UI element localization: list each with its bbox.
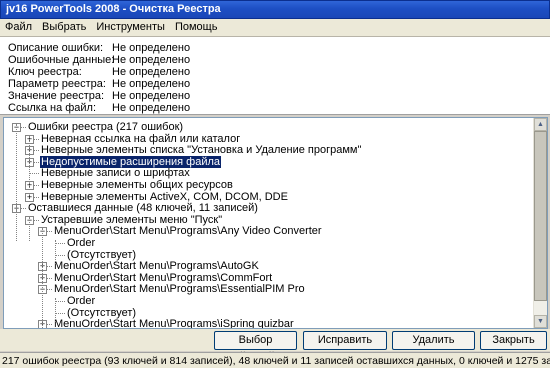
tree-guide-line bbox=[16, 205, 17, 241]
tree-guide-line bbox=[16, 124, 17, 212]
detail-value: Не определено bbox=[112, 78, 191, 90]
scroll-up-icon[interactable]: ▲ bbox=[534, 118, 547, 131]
tree-node-label: (Отсутствует) bbox=[67, 248, 137, 261]
tree-viewport: − Ошибки реестра (217 ошибок) + Неверная сс… bbox=[4, 118, 534, 328]
menu-file[interactable]: Файл bbox=[0, 19, 37, 33]
tree-connector bbox=[29, 173, 39, 175]
close-button[interactable]: Закрыть bbox=[480, 331, 547, 350]
detail-label: Параметр реестра: bbox=[8, 78, 106, 90]
tree-connector bbox=[55, 301, 65, 302]
menu-select[interactable]: Выбрать bbox=[37, 19, 91, 33]
tree-node-label: MenuOrder\Start Menu\Programs\iSpring qu… bbox=[54, 318, 294, 328]
error-details-panel: Описание ошибки: Не определено Ошибочные… bbox=[0, 37, 550, 115]
tree-node-label: Ошибки реестра (217 ошибок) bbox=[28, 121, 184, 133]
tree-node-label: Недопустимые расширения файла bbox=[40, 155, 222, 168]
delete-button[interactable]: Удалить bbox=[392, 331, 475, 350]
menu-bar: Файл Выбрать Инструменты Помощь bbox=[0, 19, 550, 37]
detail-value: Не определено bbox=[112, 102, 191, 114]
expand-icon[interactable]: + bbox=[25, 192, 34, 202]
detail-value: Не определено bbox=[112, 54, 191, 66]
tree-scrollbar[interactable]: ▲ ▼ bbox=[533, 118, 547, 328]
detail-value: Не определено bbox=[112, 42, 191, 54]
tree-guide-line bbox=[29, 217, 30, 241]
tree-node-label: MenuOrder\Start Menu\Programs\CommFort bbox=[54, 271, 273, 284]
tree-node-label: MenuOrder\Start Menu\Programs\AutoGK bbox=[54, 260, 259, 273]
menu-tools[interactable]: Инструменты bbox=[91, 19, 170, 33]
detail-value: Не определено bbox=[112, 66, 191, 78]
tree-node-label: MenuOrder\Start Menu\Programs\Any Video … bbox=[54, 225, 322, 238]
status-text: 217 ошибок реестра (93 ключей и 814 запи… bbox=[2, 355, 550, 367]
tree-guide-line bbox=[42, 228, 43, 328]
tree-node-label: Order bbox=[67, 237, 96, 249]
tree-guide-line bbox=[29, 136, 30, 190]
scroll-down-icon[interactable]: ▼ bbox=[534, 315, 547, 328]
detail-label: Ключ реестра: bbox=[8, 66, 82, 78]
results-tree[interactable]: − Ошибки реестра (217 ошибок) + Неверная сс… bbox=[3, 117, 548, 329]
tree-node-label: (Отсутствует) bbox=[67, 306, 137, 319]
tree-node-label: Неверные элементы общих ресурсов bbox=[41, 179, 233, 191]
detail-row: Ссылка на файл: Не определено bbox=[8, 102, 538, 115]
tree-connector bbox=[55, 243, 65, 244]
tree-node-label: Неверные элементы ActiveX, COM, DCOM, DD… bbox=[41, 190, 288, 203]
select-actions-button[interactable]: Выбор действий... bbox=[214, 331, 297, 363]
tree-node-label: Устаревшие элементы меню "Пуск" bbox=[41, 213, 223, 226]
scroll-thumb[interactable] bbox=[534, 131, 547, 301]
tree-guide-line bbox=[55, 298, 56, 322]
button-bar: Выбор действий... Исправить Удалить Закр… bbox=[0, 329, 550, 363]
tree-connector bbox=[55, 312, 65, 314]
window-title: jv16 PowerTools 2008 - Очистка Реестра bbox=[6, 3, 221, 15]
tree-node-label: Неверная ссылка на файл или каталог bbox=[41, 132, 241, 145]
detail-value: Не определено bbox=[112, 90, 191, 102]
detail-label: Значение реестра: bbox=[8, 90, 105, 102]
menu-help[interactable]: Помощь bbox=[170, 19, 223, 33]
tree-node-label: Неверные элементы списка "Установка и Уд… bbox=[41, 144, 362, 157]
tree-node-label: Неверные записи о шрифтах bbox=[41, 167, 190, 180]
detail-label: Ссылка на файл: bbox=[8, 102, 97, 114]
tree-node-label: Order bbox=[67, 295, 96, 307]
detail-label: Ошибочные данные: bbox=[8, 54, 115, 66]
tree-node-label: Оставшиеся данные (48 ключей, 11 записей… bbox=[28, 202, 258, 215]
tree-node-label: MenuOrder\Start Menu\Programs\EssentialP… bbox=[54, 283, 305, 296]
tree-guide-line bbox=[55, 240, 56, 264]
fix-button[interactable]: Исправить bbox=[303, 331, 387, 350]
status-bar: 217 ошибок реестра (93 ключей и 814 запи… bbox=[0, 352, 550, 368]
title-bar: jv16 PowerTools 2008 - Очистка Реестра bbox=[0, 0, 550, 19]
tree-connector bbox=[55, 254, 65, 256]
detail-label: Описание ошибки: bbox=[8, 42, 104, 54]
